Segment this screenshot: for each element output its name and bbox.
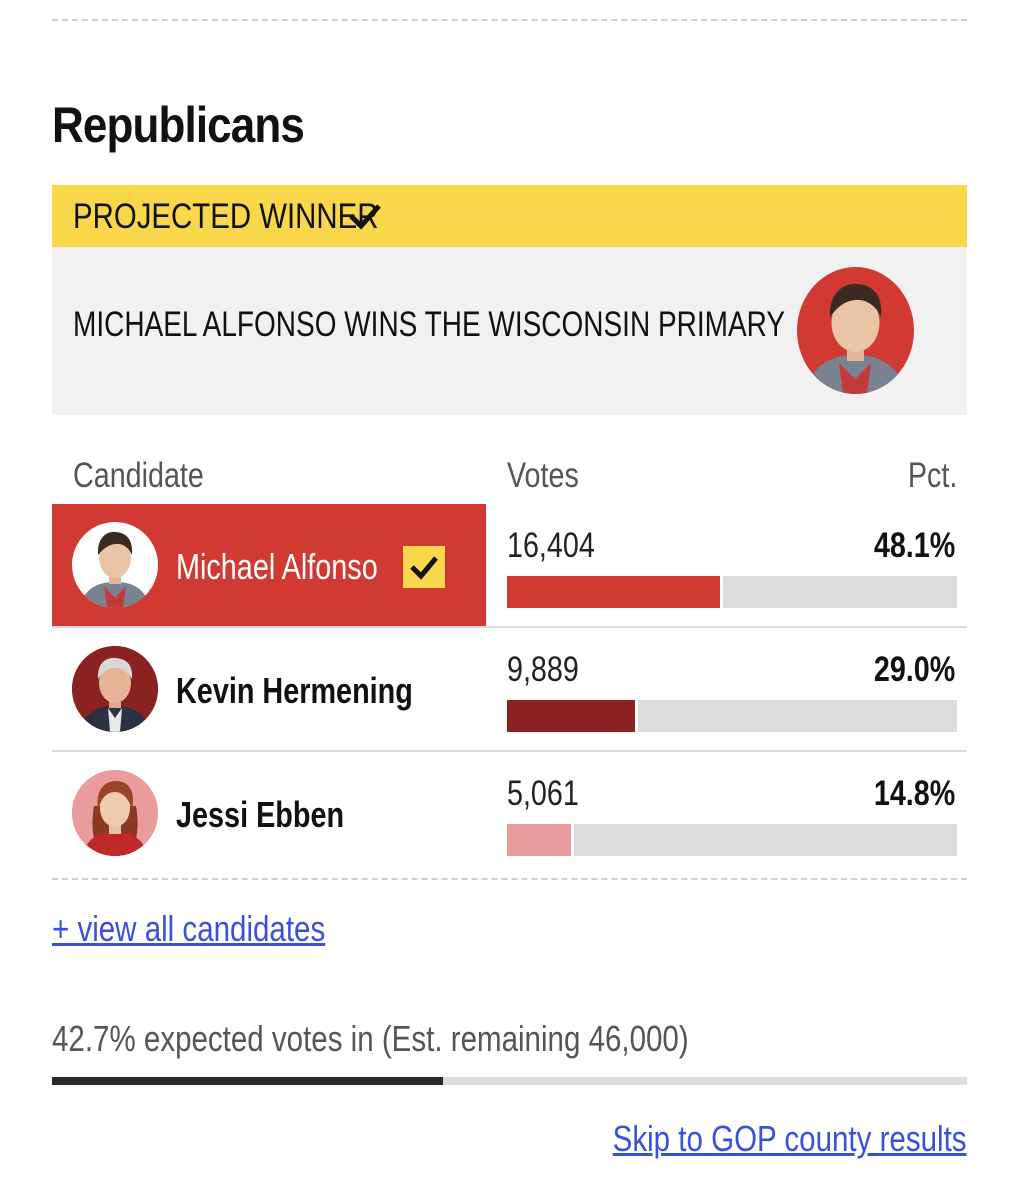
column-header-votes: Votes bbox=[507, 456, 579, 495]
checkmark-icon bbox=[410, 556, 438, 580]
candidate-name: Jessi Ebben bbox=[176, 794, 345, 835]
candidate-avatar bbox=[72, 522, 158, 608]
winner-headline: MICHAEL ALFONSO WINS THE WISCONSIN PRIMA… bbox=[73, 305, 786, 344]
skip-to-county-results-link[interactable]: Skip to GOP county results bbox=[613, 1118, 967, 1160]
expected-votes-progress bbox=[52, 1077, 967, 1085]
candidate-name: Michael Alfonso bbox=[176, 546, 378, 587]
vote-percent: 29.0% bbox=[873, 650, 955, 689]
column-header-candidate: Candidate bbox=[73, 456, 204, 495]
vote-bar-track bbox=[507, 700, 957, 732]
table-bottom-divider bbox=[52, 878, 967, 880]
vote-count: 9,889 bbox=[507, 650, 579, 689]
vote-bar-track bbox=[507, 824, 957, 856]
checkmark-icon bbox=[349, 204, 381, 230]
vote-bar-fill bbox=[507, 576, 724, 608]
view-all-candidates-link[interactable]: + view all candidates bbox=[52, 908, 325, 950]
candidate-name: Kevin Hermening bbox=[176, 670, 413, 711]
candidate-cell: Michael Alfonso bbox=[52, 504, 486, 626]
vote-bar-fill bbox=[507, 700, 638, 732]
projected-winner-bar: PROJECTED WINNER bbox=[52, 185, 967, 247]
section-title: Republicans bbox=[52, 97, 305, 153]
projected-winner-label: PROJECTED WINNER bbox=[73, 197, 379, 236]
table-row: Jessi Ebben 5,061 14.8% bbox=[52, 752, 967, 874]
candidate-cell: Jessi Ebben bbox=[52, 752, 486, 874]
top-divider bbox=[52, 19, 967, 21]
table-row: Kevin Hermening 9,889 29.0% bbox=[52, 628, 967, 750]
vote-bar-track bbox=[507, 576, 957, 608]
vote-percent: 48.1% bbox=[873, 526, 955, 565]
table-row: Michael Alfonso 16,404 48.1% bbox=[52, 504, 967, 626]
winner-panel: MICHAEL ALFONSO WINS THE WISCONSIN PRIMA… bbox=[52, 247, 967, 415]
winner-avatar bbox=[797, 267, 914, 394]
vote-percent: 14.8% bbox=[873, 774, 955, 813]
expected-votes-progress-fill bbox=[52, 1077, 443, 1085]
vote-count: 5,061 bbox=[507, 774, 579, 813]
expected-votes-text: 42.7% expected votes in (Est. remaining … bbox=[52, 1018, 689, 1059]
candidate-cell: Kevin Hermening bbox=[52, 628, 486, 750]
winner-check-badge bbox=[403, 546, 445, 588]
vote-bar-fill bbox=[507, 824, 574, 856]
vote-count: 16,404 bbox=[507, 526, 595, 565]
candidate-avatar bbox=[72, 770, 158, 856]
candidate-avatar bbox=[72, 646, 158, 732]
column-header-pct: Pct. bbox=[907, 456, 957, 495]
